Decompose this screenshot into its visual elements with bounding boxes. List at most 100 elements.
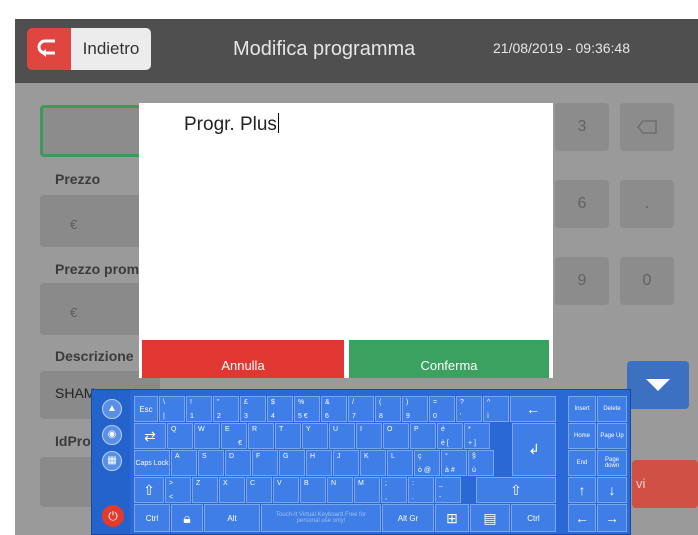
key-arrow-left[interactable]: ← <box>568 504 596 532</box>
key-row3-extra-2[interactable]: § ù <box>468 450 494 476</box>
power-icon[interactable]: ⏻ <box>102 505 124 527</box>
key-c[interactable]: C <box>246 477 272 503</box>
key-top-char: \ <box>163 399 165 406</box>
key-z[interactable]: Z <box>192 477 218 503</box>
key-top-char: Z <box>196 480 201 487</box>
dropdown-button[interactable] <box>627 361 689 409</box>
key-spacebar[interactable]: Touch-It Virtual Keyboard Free for perso… <box>261 504 381 532</box>
key-bottom-char: ù <box>472 467 476 474</box>
key-home[interactable]: Home <box>568 423 596 449</box>
key-esc[interactable]: Esc <box>134 396 158 422</box>
key-row2-extra-1[interactable]: * + ] <box>464 423 490 449</box>
key-page-down[interactable]: Page down <box>597 450 627 476</box>
side-red-button[interactable]: vi <box>632 460 698 508</box>
key-end[interactable]: End <box>568 450 596 476</box>
key-a[interactable]: A <box>171 450 197 476</box>
key-b[interactable]: B <box>300 477 326 503</box>
key-q[interactable]: Q <box>167 423 193 449</box>
promo-price-currency: € <box>70 305 78 320</box>
key-punct-1[interactable]: :. <box>408 477 434 503</box>
numpad-key-9[interactable]: 9 <box>555 257 609 305</box>
numpad-key-3[interactable]: 3 <box>555 103 609 151</box>
key-left-shift[interactable]: ⇧ <box>134 477 164 503</box>
key-o[interactable]: O <box>383 423 409 449</box>
key-row1-5[interactable]: % 5 € <box>294 396 320 422</box>
collapse-keyboard-icon[interactable]: ▲ <box>102 399 122 419</box>
key-row1-0[interactable]: \ | <box>159 396 185 422</box>
key-top-char: ç <box>418 453 422 460</box>
key-h[interactable]: H <box>306 450 332 476</box>
key-row1-2[interactable]: " 2 <box>213 396 239 422</box>
key-fn-lock[interactable]: 🔒︎ <box>171 504 203 532</box>
key-left-ctrl[interactable]: Ctrl <box>134 504 170 532</box>
key-j[interactable]: J <box>333 450 359 476</box>
confirm-button[interactable]: Conferma <box>349 340 549 378</box>
key-f[interactable]: F <box>252 450 278 476</box>
key-row3-extra-1[interactable]: ° à # <box>441 450 467 476</box>
key-row1-11[interactable]: ? ' <box>456 396 482 422</box>
key-y[interactable]: Y <box>302 423 328 449</box>
key-page-up[interactable]: Page Up <box>597 423 627 449</box>
key-row1-6[interactable]: & 6 <box>321 396 347 422</box>
key-row1-9[interactable]: ) 9 <box>402 396 428 422</box>
key-caps-lock[interactable]: Caps Lock <box>134 450 170 476</box>
key-k[interactable]: K <box>360 450 386 476</box>
key-i[interactable]: I <box>356 423 382 449</box>
key-row1-8[interactable]: (8 <box>375 396 401 422</box>
key-d[interactable]: D <box>225 450 251 476</box>
key-punct-0[interactable]: ;, <box>381 477 407 503</box>
key-row1-1[interactable]: ! 1 <box>186 396 212 422</box>
key-punct-2[interactable]: _ - <box>435 477 461 503</box>
key-x[interactable]: X <box>219 477 245 503</box>
key-insert[interactable]: Insert <box>568 396 596 422</box>
backspace-icon <box>637 120 657 134</box>
key-v[interactable]: V <box>273 477 299 503</box>
numpad-backspace[interactable] <box>620 103 674 151</box>
key-backspace[interactable]: ← <box>510 396 556 422</box>
key-w[interactable]: W <box>194 423 220 449</box>
key-u[interactable]: U <box>329 423 355 449</box>
key-tab[interactable]: ⇄ <box>134 423 166 449</box>
keyboard-layout-icon[interactable]: ▦ <box>102 451 122 471</box>
key-m[interactable]: M <box>354 477 380 503</box>
key-arrow-up[interactable]: ↑ <box>568 477 596 503</box>
key-windows[interactable]: ⊞ <box>435 504 469 532</box>
key-alt-gr[interactable]: Alt Gr <box>382 504 434 532</box>
page-title: Modifica programma <box>233 38 416 60</box>
key-p[interactable]: P <box>410 423 436 449</box>
key-delete[interactable]: Delete <box>597 396 627 422</box>
key-row2-extra-0[interactable]: é è [ <box>437 423 463 449</box>
keyboard-settings-icon[interactable]: ◉ <box>102 425 122 445</box>
key-right-shift[interactable]: ⇧ <box>476 477 556 503</box>
key-l[interactable]: L <box>387 450 413 476</box>
cancel-button[interactable]: Annulla <box>142 340 344 378</box>
key-row1-4[interactable]: $4 <box>267 396 293 422</box>
key-top-char: = <box>433 399 438 406</box>
key-row1-3[interactable]: £3 <box>240 396 266 422</box>
dialog-input[interactable]: Progr. Plus <box>184 113 279 136</box>
key-enter[interactable]: ↲ <box>512 423 556 476</box>
key-s[interactable]: S <box>198 450 224 476</box>
numpad-key-0[interactable]: 0 <box>620 257 674 305</box>
description-value: SHAM <box>55 385 96 401</box>
key-e[interactable]: E € <box>221 423 247 449</box>
key-row1-10[interactable]: = 0 <box>429 396 455 422</box>
back-button-label[interactable]: Indietro <box>71 28 151 70</box>
key-top-char: / <box>352 399 354 406</box>
key-menu[interactable]: ▤ <box>470 504 510 532</box>
key-g[interactable]: G <box>279 450 305 476</box>
key-right-ctrl[interactable]: Ctrl <box>511 504 556 532</box>
back-button[interactable] <box>27 28 71 70</box>
key-n[interactable]: N <box>327 477 353 503</box>
key-alt[interactable]: Alt <box>204 504 260 532</box>
key-row1-7[interactable]: /7 <box>348 396 374 422</box>
key-less-greater[interactable]: > < <box>165 477 191 503</box>
key-row1-12[interactable]: ^ ì <box>483 396 509 422</box>
key-arrow-down[interactable]: ↓ <box>597 477 627 503</box>
key-r[interactable]: R <box>248 423 274 449</box>
numpad-key-dot[interactable]: . <box>620 180 674 228</box>
key-t[interactable]: T <box>275 423 301 449</box>
key-arrow-right[interactable]: → <box>597 504 627 532</box>
numpad-key-6[interactable]: 6 <box>555 180 609 228</box>
key-row3-extra-0[interactable]: ç ò @ <box>414 450 440 476</box>
